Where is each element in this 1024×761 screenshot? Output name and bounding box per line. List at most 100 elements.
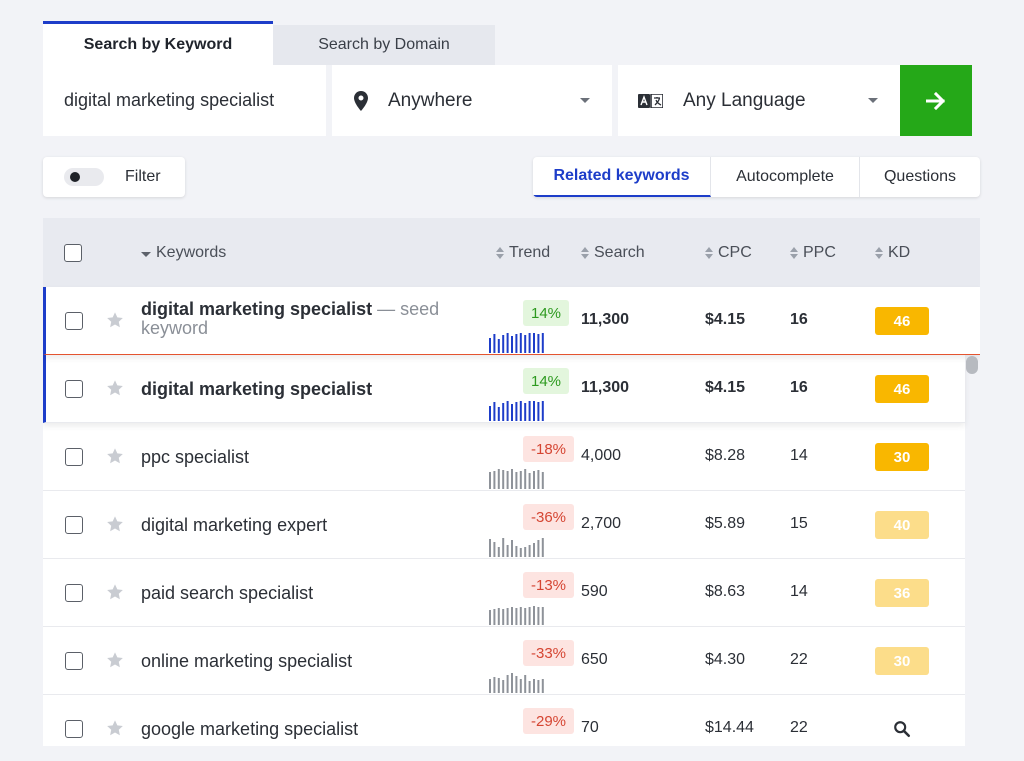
keywords-table: Keywords Trend Search CPC PPC KD digital… xyxy=(43,218,980,746)
table-row[interactable]: digital marketing specialist 14% 11,300 … xyxy=(43,355,965,423)
row-checkbox[interactable] xyxy=(65,448,83,466)
star-icon[interactable] xyxy=(106,651,124,669)
trend-badge: 14% xyxy=(523,300,570,326)
trend-sparkline xyxy=(489,538,544,557)
language-select[interactable]: Any Language xyxy=(618,65,900,136)
filter-toggle[interactable]: Filter xyxy=(43,157,185,197)
trend-badge: -18% xyxy=(523,436,575,462)
column-keywords[interactable]: Keywords xyxy=(141,244,226,262)
sparkline-bar xyxy=(493,334,496,353)
row-checkbox[interactable] xyxy=(65,584,83,602)
column-ppc[interactable]: PPC xyxy=(790,244,836,262)
sparkline-bar xyxy=(528,401,531,421)
column-trend[interactable]: Trend xyxy=(496,244,550,262)
tab-search-by-domain[interactable]: Search by Domain xyxy=(273,25,495,65)
row-checkbox[interactable] xyxy=(65,516,83,534)
column-cpc[interactable]: CPC xyxy=(705,244,752,262)
sparkline-bar xyxy=(533,401,535,421)
table-row[interactable]: paid search specialist -13% 590 $8.63 14… xyxy=(43,559,965,627)
table-row[interactable]: online marketing specialist -33% 650 $4.… xyxy=(43,627,965,695)
magnifier-icon[interactable] xyxy=(893,720,911,738)
search-volume: 650 xyxy=(581,651,608,668)
sparkline-bar xyxy=(493,609,496,625)
star-icon[interactable] xyxy=(106,447,124,465)
column-trend-label: Trend xyxy=(509,244,551,261)
sparkline-bar xyxy=(515,546,518,557)
column-kd[interactable]: KD xyxy=(875,244,910,262)
table-row[interactable]: google marketing specialist -29% 70 $14.… xyxy=(43,695,965,746)
filter-switch[interactable] xyxy=(64,168,104,186)
cpc-value: $4.30 xyxy=(705,651,746,668)
keyword-input[interactable] xyxy=(43,65,326,136)
sparkline-bar xyxy=(537,680,540,693)
sparkline-bar xyxy=(511,469,513,489)
sparkline-bar xyxy=(528,545,531,557)
star-icon[interactable] xyxy=(106,379,124,397)
sparkline-bar xyxy=(489,539,491,557)
language-value: Any Language xyxy=(683,89,806,111)
location-value: Anywhere xyxy=(388,89,473,111)
sparkline-bar xyxy=(524,675,527,693)
sparkline-bar xyxy=(515,472,518,489)
table-scrollbar-thumb[interactable] xyxy=(966,356,978,374)
sparkline-bar xyxy=(541,607,544,625)
tab-autocomplete[interactable]: Autocomplete xyxy=(711,157,860,197)
sparkline-bar xyxy=(541,401,544,421)
sparkline-bar xyxy=(506,333,509,353)
filter-label: Filter xyxy=(125,168,161,185)
column-cpc-label: CPC xyxy=(718,244,752,261)
ppc-value: 15 xyxy=(790,515,808,532)
trend-badge: 14% xyxy=(523,368,570,394)
sparkline-bar xyxy=(497,678,500,693)
cpc-value: $4.15 xyxy=(705,311,746,328)
trend-sparkline xyxy=(489,673,544,693)
row-checkbox[interactable] xyxy=(65,652,83,670)
column-search-label: Search xyxy=(594,244,645,261)
row-checkbox[interactable] xyxy=(65,720,83,738)
sparkline-bar xyxy=(537,607,540,625)
sparkline-bar xyxy=(519,607,522,625)
sparkline-bar xyxy=(541,333,544,353)
sparkline-bar xyxy=(489,406,491,421)
tab-related-keywords[interactable]: Related keywords xyxy=(533,157,711,197)
keyword-text[interactable]: online marketing specialist xyxy=(141,651,352,672)
sparkline-bar xyxy=(537,470,540,489)
sort-icon xyxy=(496,247,504,259)
tab-search-by-keyword[interactable]: Search by Keyword xyxy=(43,21,273,65)
sparkline-bar xyxy=(537,402,540,421)
trend-badge: -29% xyxy=(523,708,575,734)
column-search[interactable]: Search xyxy=(581,244,645,262)
sparkline-bar xyxy=(493,471,496,489)
star-icon[interactable] xyxy=(106,311,124,329)
sparkline-bar xyxy=(489,679,491,693)
seed-keyword-row[interactable]: digital marketing specialist — seed keyw… xyxy=(43,287,980,355)
star-icon[interactable] xyxy=(106,583,124,601)
sparkline-bar xyxy=(489,472,491,489)
star-icon[interactable] xyxy=(106,515,124,533)
sparkline-bar xyxy=(524,403,527,421)
star-icon[interactable] xyxy=(106,719,124,737)
arrow-right-icon xyxy=(926,91,946,110)
select-all-checkbox[interactable] xyxy=(64,244,82,262)
table-row[interactable]: ppc specialist -18% 4,000 $8.28 14 30 xyxy=(43,423,965,491)
search-go-button[interactable] xyxy=(900,65,972,136)
sparkline-bar xyxy=(519,548,522,557)
keyword-text[interactable]: digital marketing expert xyxy=(141,515,327,536)
sparkline-bar xyxy=(533,333,535,353)
keyword-text[interactable]: digital marketing specialist xyxy=(141,379,372,400)
ppc-value: 14 xyxy=(790,447,808,464)
table-header: Keywords Trend Search CPC PPC KD xyxy=(43,218,980,287)
sparkline-bar xyxy=(489,338,491,353)
sparkline-bar xyxy=(497,407,500,421)
sparkline-bar xyxy=(541,472,544,489)
sparkline-bar xyxy=(524,335,527,353)
location-select[interactable]: Anywhere xyxy=(332,65,612,136)
row-checkbox[interactable] xyxy=(65,380,83,398)
keyword-text[interactable]: paid search specialist xyxy=(141,583,313,604)
keyword-text[interactable]: ppc specialist xyxy=(141,447,249,468)
tab-questions[interactable]: Questions xyxy=(860,157,980,197)
sparkline-bar xyxy=(528,473,531,489)
table-row[interactable]: digital marketing expert -36% 2,700 $5.8… xyxy=(43,491,965,559)
row-checkbox[interactable] xyxy=(65,312,83,330)
keyword-text[interactable]: google marketing specialist xyxy=(141,719,358,740)
